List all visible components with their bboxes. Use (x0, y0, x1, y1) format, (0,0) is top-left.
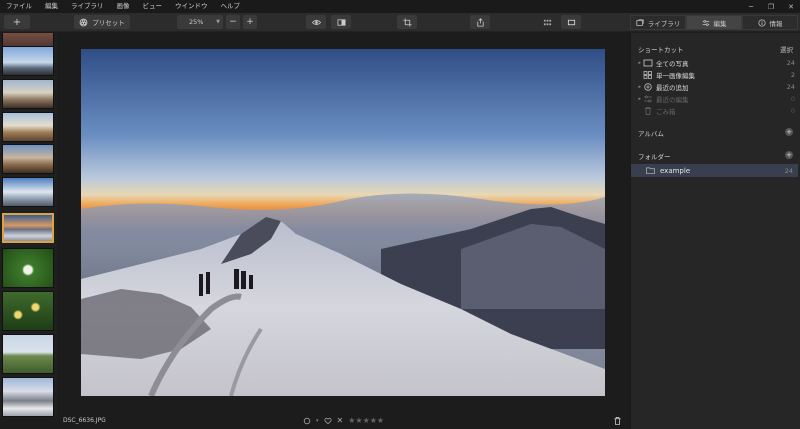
presets-label: プリセット (92, 19, 125, 27)
tab-edit-label: 編集 (713, 19, 727, 28)
landscape-photo (81, 49, 605, 396)
main-viewer (57, 33, 630, 417)
tab-edit[interactable]: 編集 (686, 15, 742, 30)
grid-icon (543, 19, 551, 25)
sliders-icon (702, 19, 709, 26)
menu-file[interactable]: ファイル (0, 0, 39, 13)
trash-icon (645, 106, 651, 115)
library-icon (636, 18, 644, 26)
toolbar: + プリセット 25% ▼ − + ライブラリ 編集 情報 (0, 13, 800, 32)
tab-library-label: ライブラリ (647, 19, 681, 28)
zoom-out-button[interactable]: − (226, 15, 240, 29)
menu-edit[interactable]: 編集 (39, 0, 65, 13)
trash-icon[interactable] (613, 416, 622, 426)
albums-title: アルバム (638, 130, 664, 138)
presets-button[interactable]: プリセット (74, 15, 130, 29)
color-label-icon[interactable] (303, 417, 311, 425)
plus-circle-icon (644, 82, 652, 91)
maximize-button[interactable]: ❐ (766, 3, 776, 11)
single-view-button[interactable] (561, 15, 581, 29)
reject-icon[interactable]: ✕ (337, 416, 344, 425)
menu-window[interactable]: ウインドウ (169, 0, 215, 13)
thumbnail[interactable] (2, 79, 54, 109)
menu-bar: ファイル 編集 ライブラリ 画像 ビュー ウインドウ ヘルプ ─ ❐ ✕ (0, 0, 800, 13)
folders-title: フォルダー (638, 153, 671, 161)
main-photo[interactable] (81, 49, 605, 396)
thumbnail[interactable] (2, 112, 54, 142)
menu-view[interactable]: ビュー (137, 0, 170, 13)
menu-library[interactable]: ライブラリ (65, 0, 111, 13)
thumbnail[interactable] (2, 46, 54, 76)
folder-icon (646, 167, 655, 174)
thumbnail[interactable] (2, 291, 54, 331)
thumbnail[interactable] (2, 177, 54, 207)
share-icon (476, 17, 484, 27)
panel-tabs: ライブラリ 編集 情報 (630, 15, 798, 30)
thumbnail[interactable] (2, 144, 54, 174)
chevron-down-icon[interactable]: ▾ (316, 418, 319, 424)
grid-icon (643, 70, 652, 79)
chevron-right-icon: ▸ (638, 95, 641, 102)
zoom-value: 25% (189, 18, 204, 26)
tab-info-label: 情報 (769, 19, 783, 28)
window-controls: ─ ❐ ✕ (746, 0, 796, 13)
add-button[interactable]: + (4, 15, 30, 29)
presets-icon (79, 18, 88, 26)
sliders-icon (644, 95, 652, 102)
minimize-button[interactable]: ─ (746, 3, 756, 11)
shortcuts-title: ショートカット (638, 46, 684, 54)
zoom-select[interactable]: 25% ▼ (177, 15, 223, 29)
menu-image[interactable]: 画像 (111, 0, 137, 13)
thumbnail[interactable] (2, 248, 54, 288)
photos-icon (643, 59, 653, 66)
filmstrip (0, 33, 57, 417)
compare-button[interactable] (331, 15, 351, 29)
grid-view-button[interactable] (537, 15, 557, 29)
add-folder-button[interactable]: + (785, 151, 793, 159)
chevron-right-icon: ▸ (638, 83, 641, 90)
library-panel: ショートカット 選択 ▸ 全ての写真 24 単一画像編集 2 ▸ 最近の追加 2… (630, 33, 800, 429)
rating-bar: ▾ ✕ ★★★★★ (303, 416, 384, 425)
preview-toggle-button[interactable] (306, 15, 326, 29)
info-icon (757, 18, 766, 27)
chevron-right-icon: ▸ (638, 59, 641, 66)
share-button[interactable] (470, 15, 490, 29)
heart-icon[interactable] (324, 417, 332, 425)
select-button[interactable]: 選択 (780, 44, 793, 54)
single-view-icon (567, 19, 575, 25)
file-name: DSC_6636.JPG (63, 417, 106, 424)
shortcut-trash[interactable]: ごみ箱 0 (631, 105, 800, 116)
menu-help[interactable]: ヘルプ (215, 0, 248, 13)
tab-info[interactable]: 情報 (742, 15, 798, 30)
close-button[interactable]: ✕ (786, 3, 796, 11)
shortcut-single-edit[interactable]: 単一画像編集 2 (631, 69, 800, 80)
thumbnail-selected[interactable] (2, 213, 54, 243)
star-rating[interactable]: ★★★★★ (348, 416, 384, 425)
add-album-button[interactable]: + (785, 128, 793, 136)
shortcut-all-photos[interactable]: ▸ 全ての写真 24 (631, 57, 800, 68)
crop-icon (402, 17, 412, 27)
tab-library[interactable]: ライブラリ (630, 15, 686, 30)
thumbnail[interactable] (2, 377, 54, 417)
zoom-in-button[interactable]: + (243, 15, 257, 29)
folder-item-example[interactable]: example 24 (631, 164, 798, 177)
shortcut-recently-edited[interactable]: ▸ 最近の編集 0 (631, 93, 800, 104)
thumbnail[interactable] (2, 334, 54, 374)
crop-button[interactable] (397, 15, 417, 29)
eye-icon (311, 19, 321, 25)
compare-icon (336, 18, 346, 26)
chevron-down-icon: ▼ (216, 19, 220, 25)
status-bar: DSC_6636.JPG ▾ ✕ ★★★★★ (57, 414, 630, 429)
shortcut-recently-added[interactable]: ▸ 最近の追加 24 (631, 81, 800, 92)
